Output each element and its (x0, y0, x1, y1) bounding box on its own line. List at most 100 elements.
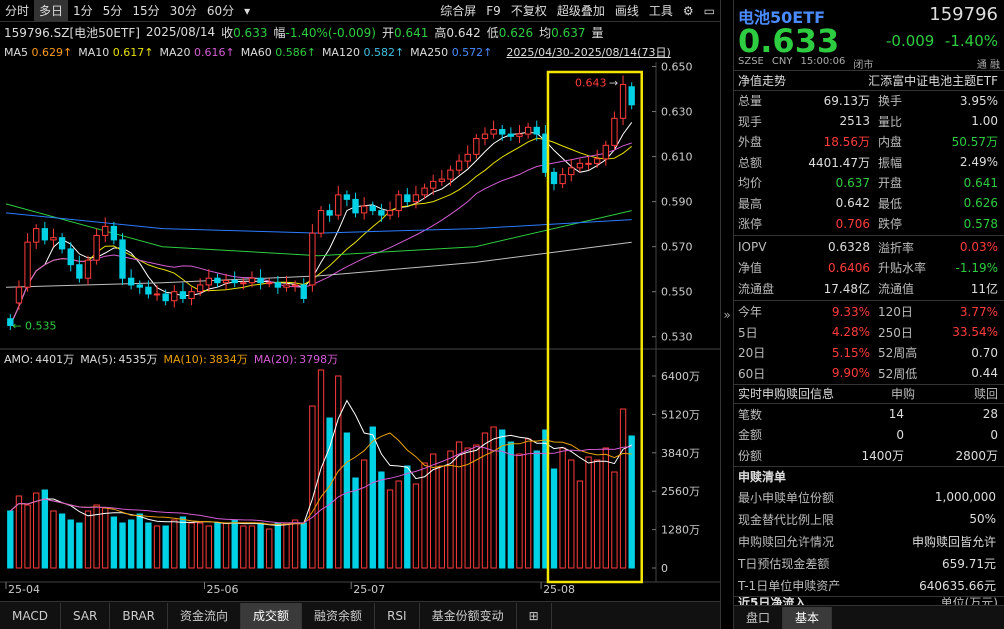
low-label: 低 (486, 25, 499, 40)
tool-4[interactable]: 画线 (610, 0, 644, 22)
candle (205, 277, 212, 286)
amount-bar (119, 522, 126, 569)
tool-3[interactable]: 超级叠加 (552, 0, 610, 22)
candle (602, 144, 609, 160)
close-value: 0.633 (233, 25, 268, 40)
amount-bar (550, 468, 558, 569)
panel-tabs: 盘口 基本 (734, 605, 1004, 629)
quote-field-value: 3.77% (959, 304, 998, 319)
change-percent: -1.40% (944, 32, 998, 50)
amount-bar (50, 510, 57, 569)
candle (67, 248, 74, 266)
period-2[interactable]: 1分 (68, 0, 98, 22)
period-5[interactable]: 30分 (165, 0, 202, 22)
candle (197, 284, 204, 293)
tool-0[interactable]: 综合屏 (435, 0, 481, 22)
period-4[interactable]: 15分 (127, 0, 164, 22)
period-3[interactable]: 5分 (98, 0, 128, 22)
amount-bar (404, 465, 411, 569)
subscribe-value: 14 (888, 407, 904, 422)
indicator-tab-5[interactable]: 融资余额 (302, 602, 376, 629)
collapse-panel-icon[interactable]: » (720, 0, 734, 629)
period-6[interactable]: 60分 (202, 0, 239, 22)
kline-chart[interactable]: 0.650 0.630 0.610 0.590 0.570 0.550 0.530 0.643… (0, 62, 720, 600)
indicator-tab-6[interactable]: RSI (375, 602, 420, 629)
amount-bar (628, 435, 635, 569)
price-tick-label: 0.570 (661, 241, 693, 254)
amount-bar (136, 513, 143, 569)
redeem-col-header: 赎回 (973, 387, 998, 402)
indicator-tab-4[interactable]: 成交额 (241, 602, 303, 629)
candle (291, 284, 299, 287)
window-icon[interactable]: ▭ (699, 0, 720, 22)
candle (136, 284, 143, 288)
candle (240, 282, 247, 285)
quote-info-bar: 159796.SZ[电池50ETF] 2025/08/14 收0.633 幅-1… (0, 22, 720, 42)
ma-legend-bar: MA5 0.629↑ MA10 0.617↑ MA20 0.616↑ MA60 … (0, 43, 720, 61)
indicator-tab-0[interactable]: MACD (0, 602, 61, 629)
indicator-tab-1[interactable]: SAR (61, 602, 111, 629)
creation-list-header: 申赎清单 (734, 465, 1004, 487)
quote-row: 最高 0.642 最低 0.626 (734, 193, 1004, 214)
creation-list-row: 最小申赎单位份额 1,000,000 (734, 486, 1004, 508)
amount-bar (576, 480, 584, 569)
quote-field-label: 120日 (878, 305, 913, 320)
quote-field-label: 换手 (878, 94, 903, 109)
amount-bar (84, 510, 92, 569)
quote-row: 总量 69.13万 换手 3.95% (734, 91, 1004, 112)
date-range[interactable]: 2025/04/30-2025/08/14(73日) (506, 44, 670, 60)
panel-tab-1[interactable]: 基本 (783, 606, 833, 629)
amount-bar (412, 483, 420, 569)
candle (214, 277, 221, 284)
quote-field-value: 18.56万 (823, 135, 870, 150)
nav-header[interactable]: 净值走势 汇添富中证电池主题ETF (734, 70, 1004, 91)
indicator-tab-3[interactable]: 资金流向 (168, 602, 242, 629)
indicator-tabs: MACD SAR BRAR 资金流向 成交额 融资余额 RSI 基金份额变动 ⊞ (0, 601, 720, 629)
quote-field-label: 最高 (738, 196, 763, 211)
tool-2[interactable]: 不复权 (506, 0, 552, 22)
amount-tick-label: 1280万 (661, 524, 700, 537)
amount-bar (369, 426, 376, 569)
candle (179, 291, 187, 299)
indicator-tab-8[interactable]: ⊞ (517, 602, 552, 629)
amount-bar (33, 492, 40, 569)
amount-bar (343, 432, 351, 569)
amo-legend-item: 3834万 (209, 353, 248, 366)
amount-tick-label: 3840万 (661, 447, 700, 460)
amount-bar (240, 525, 247, 569)
candle (490, 129, 497, 135)
candle (222, 279, 230, 284)
candle (481, 133, 489, 140)
panel-tab-0[interactable]: 盘口 (734, 606, 784, 629)
amount-bar (309, 405, 316, 569)
quote-field-value: 17.48亿 (823, 281, 870, 296)
amount-tick-label: 6400万 (661, 370, 700, 383)
amount-bar (205, 525, 212, 569)
quote-row: 现手 2513 量比 1.00 (734, 111, 1004, 132)
subscription-row: 金额 0 0 (734, 425, 1004, 446)
amount-bar (611, 471, 618, 569)
low-value: 0.626 (498, 25, 534, 40)
period-0[interactable]: 分时 (0, 0, 34, 22)
candle (386, 210, 394, 216)
quote-panel: 电池50ETF 159796 0.633 -0.009 -1.40% SZSE CNY 15:… (734, 0, 1004, 629)
candle (412, 194, 420, 203)
creation-list-row: T日预估现金差额 659.71元 (734, 552, 1004, 574)
change-value: -1.40%(-0.009) (285, 25, 376, 40)
candle (611, 117, 618, 146)
nav-trend-label[interactable]: 净值走势 (738, 72, 786, 89)
gear-icon[interactable]: ⚙ (678, 0, 699, 22)
period-1[interactable]: 多日 (34, 0, 69, 22)
more-periods-icon[interactable]: ▾ (239, 0, 255, 22)
tool-1[interactable]: F9 (481, 0, 506, 22)
amount-bar (386, 489, 394, 569)
quote-field-label: 流通值 (878, 281, 915, 296)
ma120-value: 0.582↑ (363, 45, 405, 59)
indicator-tab-2[interactable]: BRAR (110, 602, 169, 629)
quote-field-label: 现手 (738, 114, 763, 129)
candle (257, 277, 264, 284)
indicator-tab-7[interactable]: 基金份额变动 (420, 602, 517, 629)
amount-bar (197, 522, 204, 569)
quote-field-value: 4.28% (831, 325, 870, 340)
tool-5[interactable]: 工具 (644, 0, 678, 22)
